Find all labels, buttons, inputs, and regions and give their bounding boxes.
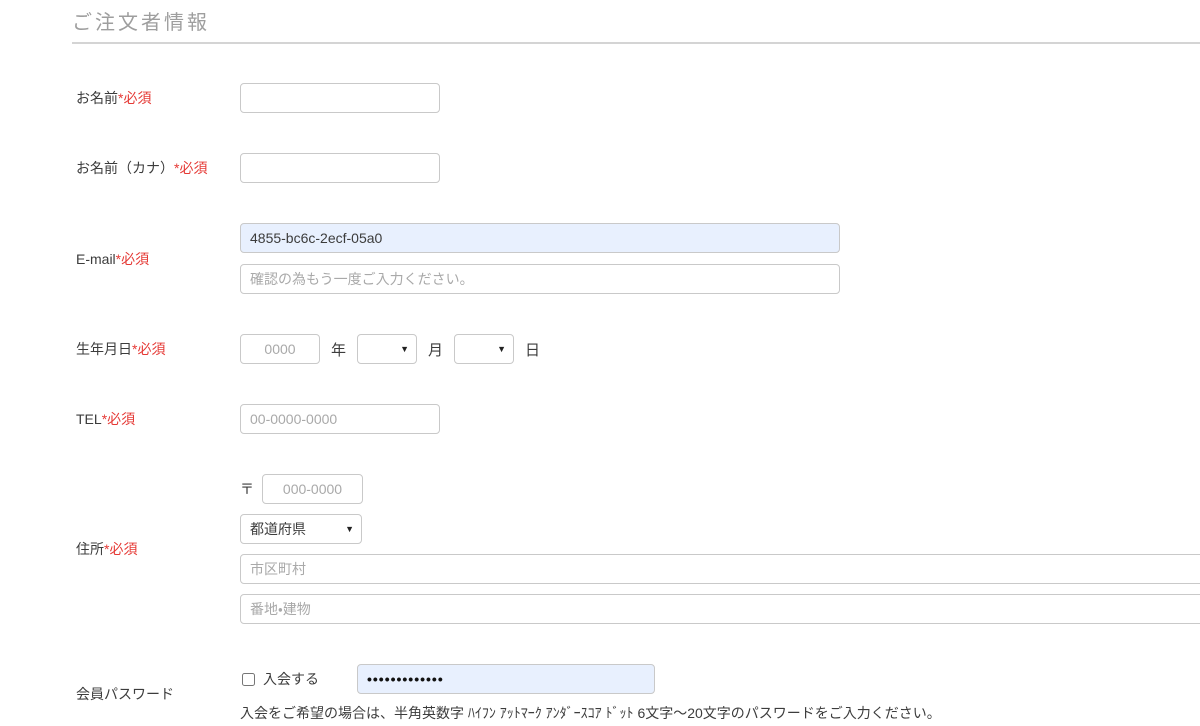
join-checkbox-label: 入会する (263, 669, 319, 689)
city-line (240, 554, 1200, 584)
birthday-row: 生年月日*必須 年 ▼ 月 ▼ 日 (72, 334, 1200, 364)
name-label-text: お名前 (76, 90, 118, 106)
birthday-label-text: 生年月日 (76, 341, 132, 357)
join-checkbox[interactable] (242, 673, 255, 686)
tel-input[interactable] (240, 404, 440, 434)
birthday-required-badge: *必須 (132, 341, 165, 357)
join-line: 入会する (240, 664, 941, 694)
birth-month-select[interactable]: ▼ (357, 334, 417, 364)
kana-input[interactable] (240, 153, 440, 183)
prefecture-selected-value: 都道府県 (250, 519, 306, 539)
building-line (240, 594, 1200, 624)
address-row: 住所*必須 〒 都道府県 ▼ (72, 474, 1200, 624)
address-label-text: 住所 (76, 541, 104, 557)
chevron-down-icon: ▼ (497, 344, 506, 354)
building-input[interactable] (240, 594, 1200, 624)
birthday-fields: 年 ▼ 月 ▼ 日 (240, 334, 540, 364)
day-unit-label: 日 (525, 339, 540, 360)
member-password-label-text: 会員パスワード (76, 686, 174, 702)
birthday-label: 生年月日*必須 (72, 339, 240, 359)
email-required-badge: *必須 (116, 251, 149, 267)
tel-required-badge: *必須 (102, 411, 135, 427)
email-confirm-input[interactable] (240, 264, 840, 294)
member-password-input[interactable] (357, 664, 655, 694)
birth-day-select[interactable]: ▼ (454, 334, 514, 364)
name-label: お名前*必須 (72, 88, 240, 108)
address-required-badge: *必須 (104, 541, 137, 557)
prefecture-line: 都道府県 ▼ (240, 514, 1200, 544)
member-password-label: 会員パスワード (72, 684, 240, 704)
member-password-row: 会員パスワード 入会する 入会をご希望の場合は、半角英数字 ﾊｲﾌﾝ ｱｯﾄﾏｰ… (72, 664, 1200, 723)
postal-code-input[interactable] (262, 474, 363, 504)
page-title: ご注文者情報 (72, 6, 1200, 44)
member-password-fields: 入会する 入会をご希望の場合は、半角英数字 ﾊｲﾌﾝ ｱｯﾄﾏｰｸ ｱﾝﾀﾞｰｽ… (240, 664, 941, 723)
kana-row: お名前（カナ）*必須 (72, 153, 1200, 183)
chevron-down-icon: ▼ (345, 524, 354, 534)
city-input[interactable] (240, 554, 1200, 584)
name-required-badge: *必須 (118, 90, 151, 106)
year-unit-label: 年 (331, 339, 346, 360)
kana-label: お名前（カナ）*必須 (72, 158, 240, 178)
postal-mark: 〒 (240, 479, 254, 499)
tel-row: TEL*必須 (72, 404, 1200, 434)
tel-label: TEL*必須 (72, 409, 240, 429)
chevron-down-icon: ▼ (400, 344, 409, 354)
birth-year-input[interactable] (240, 334, 320, 364)
orderer-info-section: ご注文者情報 お名前*必須 お名前（カナ）*必須 E-mail*必須 (0, 0, 1200, 723)
email-row: E-mail*必須 (72, 223, 1200, 294)
kana-required-badge: *必須 (174, 160, 207, 176)
email-label-text: E-mail (76, 251, 116, 267)
email-input[interactable] (240, 223, 840, 253)
address-label: 住所*必須 (72, 539, 240, 559)
address-fields: 〒 都道府県 ▼ (240, 474, 1200, 624)
name-row: お名前*必須 (72, 83, 1200, 113)
kana-label-text: お名前（カナ） (76, 160, 174, 176)
prefecture-select[interactable]: 都道府県 ▼ (240, 514, 362, 544)
password-help-text: 入会をご希望の場合は、半角英数字 ﾊｲﾌﾝ ｱｯﾄﾏｰｸ ｱﾝﾀﾞｰｽｺｱ ﾄﾞ… (240, 703, 941, 723)
email-inputs (240, 223, 840, 294)
tel-label-text: TEL (76, 411, 102, 427)
name-input[interactable] (240, 83, 440, 113)
email-label: E-mail*必須 (72, 249, 240, 269)
month-unit-label: 月 (428, 339, 443, 360)
orderer-form: お名前*必須 お名前（カナ）*必須 E-mail*必須 生年月日*必須 (72, 44, 1200, 723)
postal-code-line: 〒 (240, 474, 1200, 504)
